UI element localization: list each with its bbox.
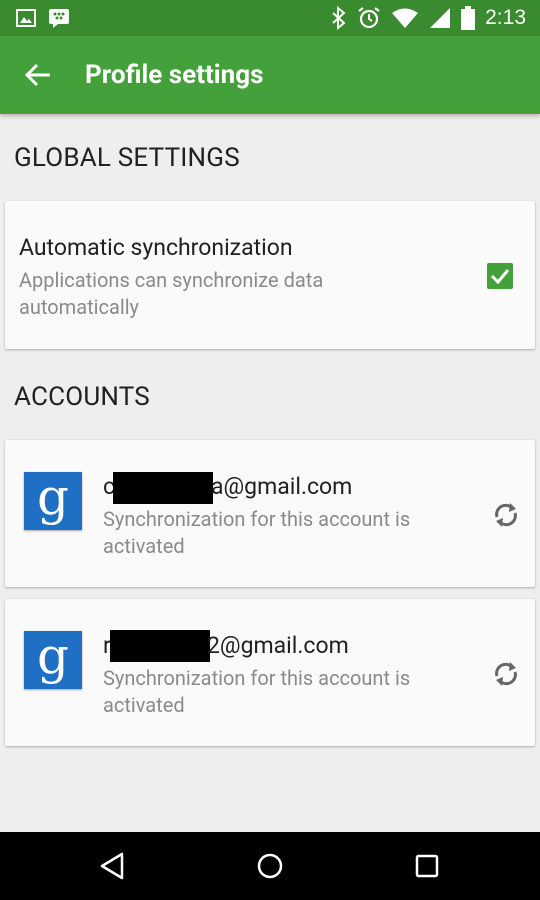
auto-sync-card[interactable]: Automatic synchronization Applications c… [5,201,535,349]
bbm-icon [49,9,69,28]
accounts-header: ACCOUNTS [14,382,150,412]
redacted-block [113,472,213,504]
app-bar: Profile settings [0,36,540,114]
account-email-suffix: 2@gmail.com [207,632,349,659]
recents-square-icon[interactable] [410,849,444,883]
home-circle-icon[interactable] [253,849,287,883]
battery-icon [461,6,476,30]
arrow-back-icon[interactable] [24,60,54,90]
signal-icon [430,8,451,28]
account-card[interactable]: g c a@gmail.com Synchronization for this… [5,440,535,587]
back-triangle-icon[interactable] [96,849,130,883]
image-icon [16,9,36,27]
checkmark-icon [490,269,510,285]
redacted-block [110,630,210,662]
auto-sync-title: Automatic synchronization [19,234,293,261]
status-bar: 2:13 [0,0,540,36]
google-g-icon: g [36,627,69,685]
auto-sync-subtitle-1: Applications can synchronize data [19,268,324,292]
global-settings-header: GLOBAL SETTINGS [14,143,240,173]
status-time: 2:13 [485,6,526,29]
alarm-icon [358,7,380,29]
sync-icon[interactable] [491,500,521,530]
account-status-1: Synchronization for this account is [103,666,411,690]
bluetooth-icon [332,6,346,30]
account-status-1: Synchronization for this account is [103,507,411,531]
account-status-2: activated [103,693,185,717]
account-email-suffix: a@gmail.com [211,473,353,500]
page-title: Profile settings [85,60,264,90]
google-avatar: g [24,472,82,530]
google-avatar: g [24,631,82,689]
google-g-icon: g [36,468,69,526]
auto-sync-checkbox[interactable] [487,263,513,289]
navigation-bar [0,832,540,900]
auto-sync-subtitle-2: automatically [19,295,140,319]
screen: 2:13 Profile settings GLOBAL SETTINGS Au… [0,0,540,900]
account-status-2: activated [103,534,185,558]
sync-icon[interactable] [491,659,521,689]
wifi-icon [392,8,419,28]
account-card[interactable]: g r 2@gmail.com Synchronization for this… [5,599,535,746]
